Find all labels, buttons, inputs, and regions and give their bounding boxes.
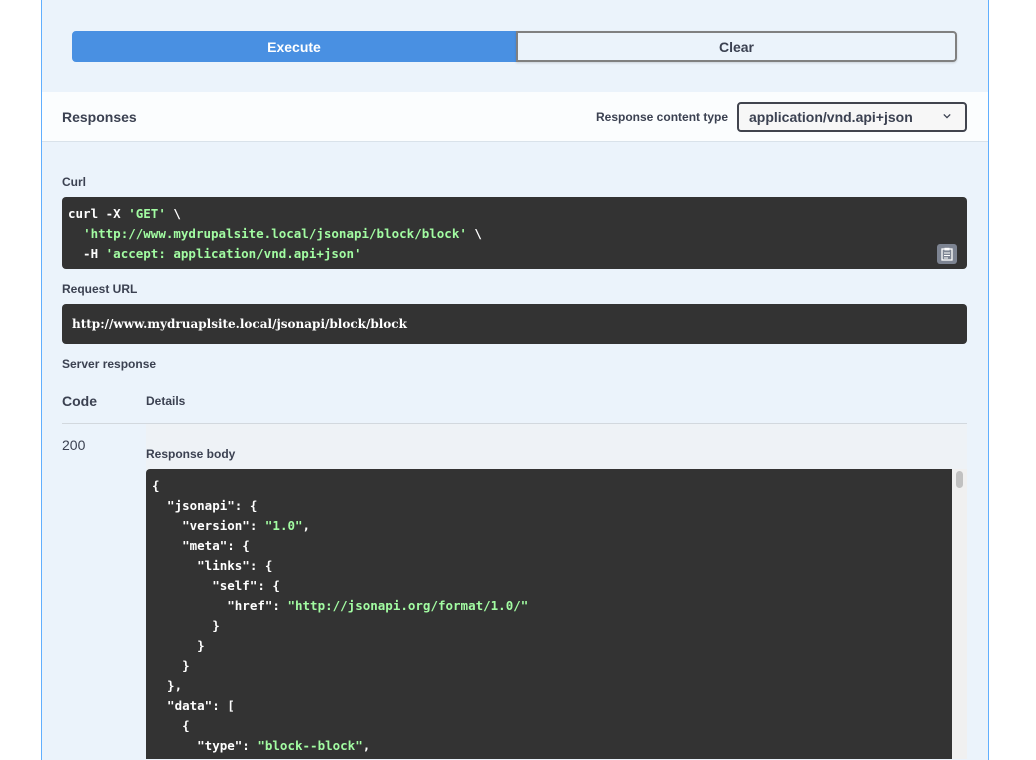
json-key: "type": [152, 738, 258, 753]
response-body-code-block: { "jsonapi": { "version": "1.0", "meta":… [146, 469, 967, 759]
response-content-type-select[interactable]: application/vnd.api+json [737, 102, 967, 132]
response-body-line: }, [152, 676, 961, 696]
chevron-down-icon [943, 113, 951, 119]
curl-code-block: curl -X 'GET' \ 'http://www.mydrupalsite… [62, 197, 967, 269]
json-key: "version": [152, 518, 265, 533]
response-body-line: } [152, 636, 961, 656]
clear-button[interactable]: Clear [516, 31, 957, 62]
response-body-line: { [152, 716, 961, 736]
response-content-type-value: application/vnd.api+json [749, 109, 913, 125]
json-punct: , [362, 738, 371, 753]
json-key: }, [152, 678, 183, 693]
response-body-scrollbar[interactable] [952, 469, 967, 759]
code-column-header: Code [62, 393, 97, 409]
json-key: "href": [152, 598, 288, 613]
json-key: "self": { [152, 578, 280, 593]
curl-cmd: curl -X [68, 206, 129, 221]
json-key: "links": { [152, 558, 273, 573]
curl-label: Curl [62, 175, 86, 189]
response-body-line: } [152, 656, 961, 676]
curl-indent [68, 226, 83, 241]
curl-continuation: \ [466, 226, 482, 241]
response-body-line: "data": [ [152, 696, 961, 716]
json-string: "1.0" [264, 518, 303, 533]
responses-title: Responses [62, 109, 137, 125]
execute-button[interactable]: Execute [72, 31, 516, 62]
details-column-header: Details [146, 394, 186, 408]
server-response-label: Server response [62, 357, 157, 371]
curl-header-flag: -H [68, 246, 106, 261]
response-body-label: Response body [146, 447, 236, 461]
json-key: { [152, 718, 190, 733]
response-body-line: { [152, 476, 961, 496]
response-content-type-label: Response content type [596, 110, 729, 124]
response-body-line: "jsonapi": { [152, 496, 961, 516]
json-string: "block--block" [257, 738, 363, 753]
scrollbar-thumb[interactable] [956, 471, 963, 488]
response-body-line: "meta": { [152, 536, 961, 556]
response-body-line: "href": "http://jsonapi.org/format/1.0/" [152, 596, 961, 616]
json-string: "http://jsonapi.org/format/1.0/" [287, 598, 529, 613]
json-key: { [152, 478, 160, 493]
request-url-label: Request URL [62, 282, 138, 296]
response-status-code: 200 [62, 437, 86, 453]
response-body-line: "self": { [152, 576, 961, 596]
json-key: "jsonapi": { [152, 498, 258, 513]
request-url-value: http://www.mydruaplsite.local/jsonapi/bl… [62, 304, 967, 344]
json-punct: , [302, 518, 311, 533]
response-body-line: "links": { [152, 556, 961, 576]
responses-header: Responses Response content type applicat… [42, 92, 988, 142]
execute-button-row: Execute Clear [72, 31, 957, 62]
try-it-out-panel: Execute Clear Responses Response content… [41, 0, 989, 760]
json-key: "meta": { [152, 538, 250, 553]
curl-header: 'accept: application/vnd.api+json' [105, 246, 362, 261]
json-key: "data": [ [152, 698, 235, 713]
curl-continuation: \ [165, 206, 181, 221]
curl-method: 'GET' [128, 206, 166, 221]
json-key: } [152, 658, 190, 673]
json-key: } [152, 638, 205, 653]
response-body-line: "type": "block--block", [152, 736, 961, 756]
response-body-line: } [152, 616, 961, 636]
curl-url: 'http://www.mydrupalsite.local/jsonapi/b… [83, 226, 467, 241]
clipboard-icon[interactable] [937, 244, 957, 264]
response-body-lines: { "jsonapi": { "version": "1.0", "meta":… [152, 476, 961, 756]
json-key: } [152, 618, 220, 633]
response-body-line: "version": "1.0", [152, 516, 961, 536]
